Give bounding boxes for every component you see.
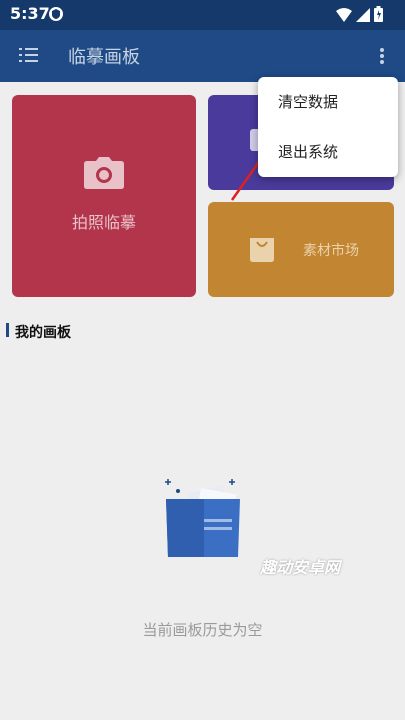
overflow-menu: 清空数据 退出系统 [258,77,398,177]
menu-item-exit-system[interactable]: 退出系统 [258,127,398,177]
menu-item-clear-data[interactable]: 清空数据 [258,77,398,127]
